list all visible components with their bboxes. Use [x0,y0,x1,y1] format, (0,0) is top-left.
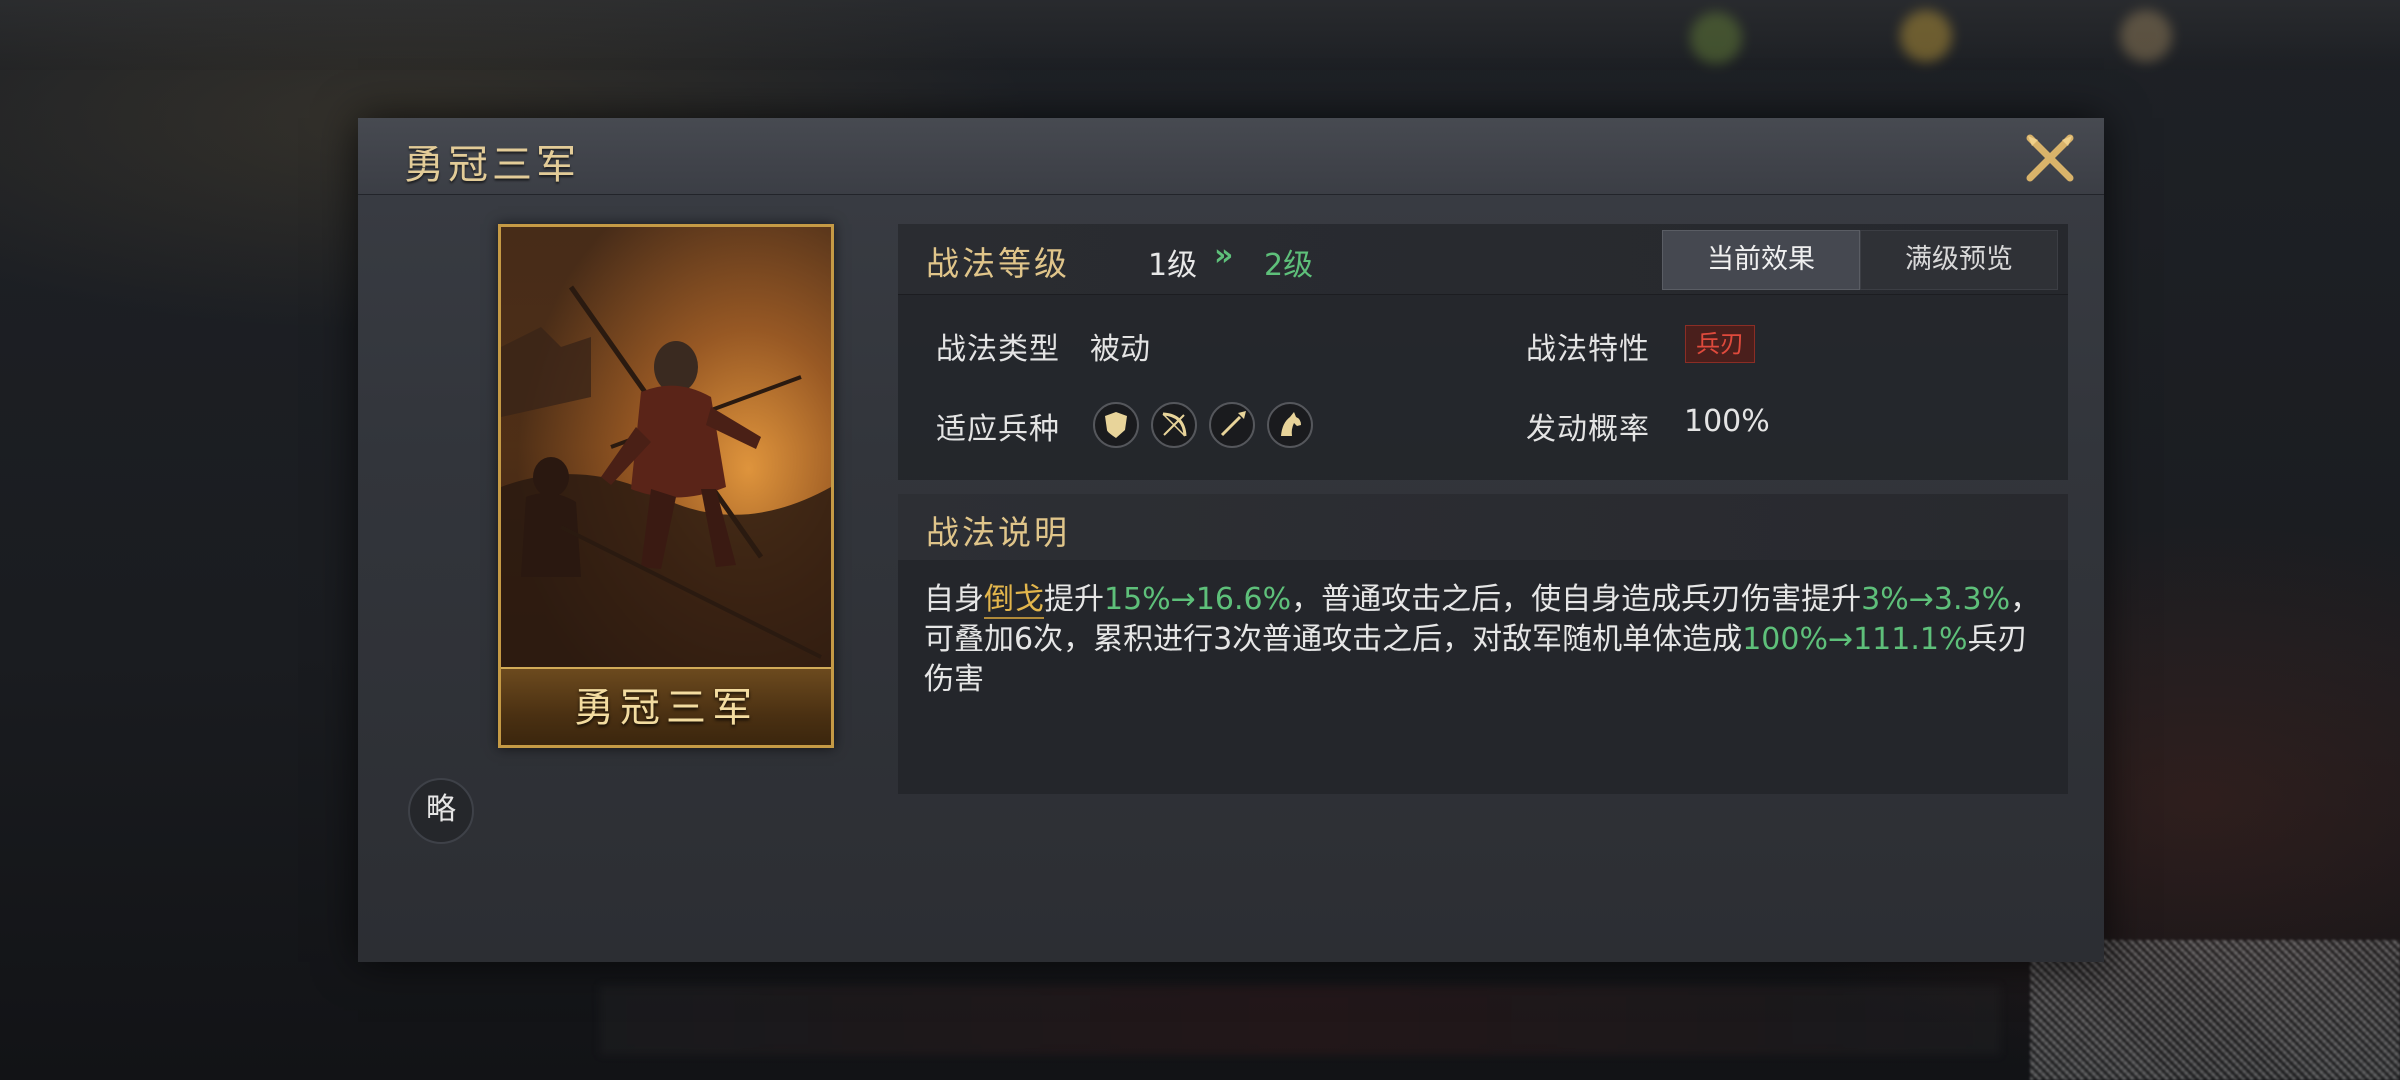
level-next: 2级 [1264,248,1314,283]
description-keyword-link[interactable]: 倒戈 [984,582,1044,619]
background-resource-icon [2120,10,2172,62]
horse-icon [1267,402,1313,448]
trigger-chance-label: 发动概率 [1526,412,1650,447]
close-icon [2026,134,2074,182]
description-text: 自身倒戈提升15%→16.6%，普通攻击之后，使自身造成兵刃伤害提升3%→3.3… [924,580,2044,700]
level-current: 1级 [1148,248,1198,283]
bow-icon [1151,402,1197,448]
tactic-detail-dialog: 勇冠三军 勇冠三军 略 战法等级 1级 » 2级 当前效果 满级预览 战法类型 … [358,118,2104,962]
tactic-type-value: 被动 [1090,332,1150,367]
tactic-type-label: 战法类型 [936,332,1060,367]
close-button[interactable] [2020,128,2080,188]
troop-type-label: 适应兵种 [936,412,1060,447]
tactic-info-panel: 战法等级 1级 » 2级 当前效果 满级预览 战法类型 被动 战法特性 兵刃 适… [898,224,2068,480]
description-header: 战法说明 [898,494,2068,560]
background-resource-icon [1900,10,1952,62]
tab-max-level-preview[interactable]: 满级预览 [1860,230,2058,290]
tactic-card-name: 勇冠三军 [574,685,758,731]
tactic-trait-label: 战法特性 [1526,332,1650,367]
level-bar: 战法等级 1级 » 2级 当前效果 满级预览 [898,224,2068,295]
description-value-highlight: 3%→3.3% [1861,582,2011,617]
background-top-bar [0,0,2400,70]
spear-icon [1209,402,1255,448]
description-value-highlight: 15%→16.6% [1104,582,1292,617]
description-title: 战法说明 [926,513,1070,552]
tactic-category-badge[interactable]: 略 [408,778,474,844]
background-bottom-bar [600,985,2000,1055]
trigger-chance-value: 100% [1684,404,1770,439]
double-chevron-icon: » [1214,238,1234,273]
tactic-card-art [501,227,831,667]
tab-current-effect[interactable]: 当前效果 [1662,230,1860,290]
shield-icon [1093,402,1139,448]
tactic-card: 勇冠三军 [498,224,834,748]
background-resource-icon [1690,12,1742,64]
description-segment: 提升 [1044,582,1104,617]
level-label: 战法等级 [926,244,1070,283]
description-value-highlight: 100%→111.1% [1742,622,1968,657]
tactic-description-panel: 战法说明 自身倒戈提升15%→16.6%，普通攻击之后，使自身造成兵刃伤害提升3… [898,494,2068,794]
tactic-trait-tag: 兵刃 [1685,325,1755,363]
dialog-title: 勇冠三军 [404,142,580,188]
description-segment: 自身 [924,582,984,617]
dialog-header: 勇冠三军 [358,118,2104,195]
description-segment: ，普通攻击之后，使自身造成兵刃伤害提升 [1291,582,1862,617]
